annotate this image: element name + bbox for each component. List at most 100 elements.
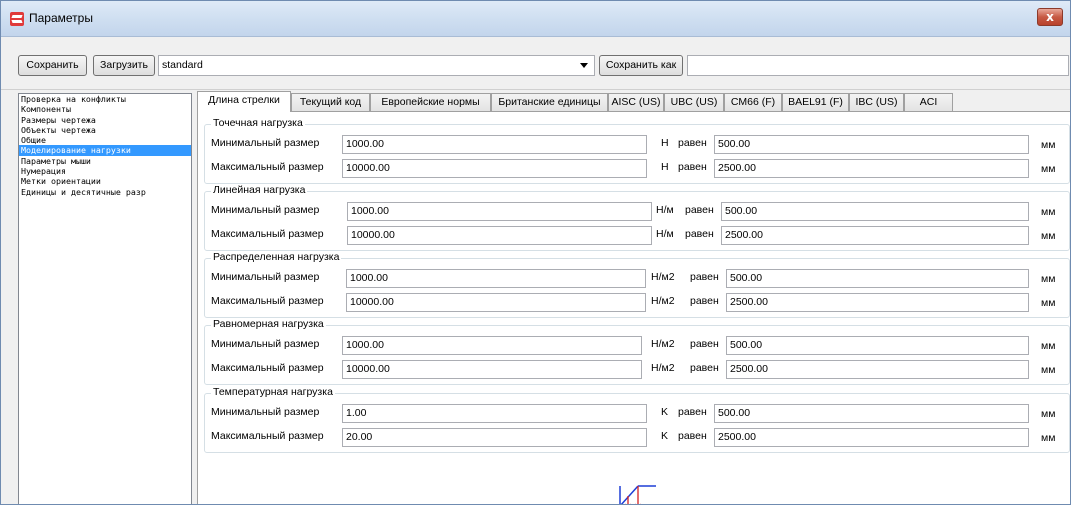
- max-size-value: 10000.00: [350, 296, 394, 308]
- min-size-input[interactable]: 1000.00: [346, 269, 646, 288]
- min-equals-value: 500.00: [718, 407, 751, 419]
- load-group: Температурная нагрузка Минимальный размер…: [204, 386, 1070, 453]
- min-size-input[interactable]: 1000.00: [342, 135, 647, 154]
- max-size-value: 10000.00: [346, 363, 390, 375]
- toolbar: Сохранить Загрузить standard Сохранить к…: [1, 38, 1070, 90]
- min-size-value: 1.00: [346, 407, 367, 419]
- max-size-label: Максимальный размер: [211, 295, 324, 307]
- sidebar-item[interactable]: Компоненты: [19, 104, 191, 114]
- category-list[interactable]: Проверка на конфликты Компоненты Размеры ч…: [18, 93, 192, 504]
- save-button[interactable]: Сохранить: [18, 55, 87, 76]
- group-title: Распределенная нагрузка: [211, 251, 342, 263]
- unit-label: Н/м2: [651, 362, 675, 374]
- min-equals-input[interactable]: 500.00: [726, 269, 1029, 288]
- equals-label: равен: [690, 362, 719, 374]
- equals-label: равен: [690, 271, 719, 283]
- group-title: Линейная нагрузка: [211, 184, 308, 196]
- mm-unit-label: мм: [1041, 206, 1056, 218]
- max-size-label: Максимальный размер: [211, 362, 324, 374]
- min-equals-input[interactable]: 500.00: [726, 336, 1029, 355]
- min-size-value: 1000.00: [346, 339, 384, 351]
- sidebar-item[interactable]: Метки ориентации: [19, 176, 191, 186]
- max-size-value: 20.00: [346, 431, 373, 443]
- equals-label: равен: [685, 228, 714, 240]
- unit-label: Н/м2: [651, 338, 675, 350]
- save-as-button[interactable]: Сохранить как: [599, 55, 683, 76]
- equals-label: равен: [678, 137, 707, 149]
- min-size-input[interactable]: 1000.00: [342, 336, 642, 355]
- unit-label: Н/м: [656, 228, 674, 240]
- tab-panel: Точечная нагрузка Минимальный размер 1000.…: [197, 111, 1070, 504]
- window-title: Параметры: [29, 11, 93, 25]
- group-title: Равномерная нагрузка: [211, 318, 326, 330]
- max-equals-value: 2500.00: [718, 162, 756, 174]
- mm-unit-label: мм: [1041, 432, 1056, 444]
- max-equals-input[interactable]: 2500.00: [714, 159, 1029, 178]
- preset-name-input[interactable]: [687, 55, 1069, 76]
- tab-4[interactable]: Британские единицы: [491, 93, 608, 111]
- tab-2[interactable]: Текущий код: [291, 93, 370, 111]
- max-size-input[interactable]: 10000.00: [342, 159, 647, 178]
- arrow-length-preview-icon: [619, 485, 656, 504]
- tab-1[interactable]: Длина стрелки: [197, 91, 291, 112]
- mm-unit-label: мм: [1041, 364, 1056, 376]
- max-size-input[interactable]: 10000.00: [347, 226, 652, 245]
- load-button[interactable]: Загрузить: [93, 55, 155, 76]
- equals-label: равен: [678, 161, 707, 173]
- sidebar-item[interactable]: Общие: [19, 135, 191, 145]
- max-size-input[interactable]: 20.00: [342, 428, 647, 447]
- min-size-input[interactable]: 1000.00: [347, 202, 652, 221]
- min-equals-input[interactable]: 500.00: [721, 202, 1029, 221]
- mm-unit-label: мм: [1041, 340, 1056, 352]
- equals-label: равен: [690, 338, 719, 350]
- max-size-input[interactable]: 10000.00: [342, 360, 642, 379]
- max-size-label: Максимальный размер: [211, 161, 324, 173]
- max-size-input[interactable]: 10000.00: [346, 293, 646, 312]
- unit-label: Н: [661, 161, 669, 173]
- min-equals-input[interactable]: 500.00: [714, 135, 1029, 154]
- max-size-value: 10000.00: [351, 229, 395, 241]
- min-size-input[interactable]: 1.00: [342, 404, 647, 423]
- sidebar-item[interactable]: Размеры чертежа: [19, 115, 191, 125]
- tab-7[interactable]: CM66 (F): [724, 93, 782, 111]
- mm-unit-label: мм: [1041, 273, 1056, 285]
- max-equals-input[interactable]: 2500.00: [726, 293, 1029, 312]
- max-size-label: Максимальный размер: [211, 430, 324, 442]
- tab-8[interactable]: BAEL91 (F): [782, 93, 849, 111]
- max-equals-input[interactable]: 2500.00: [721, 226, 1029, 245]
- tab-10[interactable]: ACI: [904, 93, 953, 111]
- settings-window: Параметры x Сохранить Загрузить standard…: [0, 0, 1071, 505]
- unit-label: Н: [661, 137, 669, 149]
- tab-5[interactable]: AISC (US): [608, 93, 664, 111]
- unit-label: K: [661, 406, 669, 418]
- load-group: Линейная нагрузка Минимальный размер 1000.…: [204, 184, 1070, 251]
- max-equals-value: 2500.00: [730, 296, 768, 308]
- equals-label: равен: [678, 406, 707, 418]
- min-size-label: Минимальный размер: [211, 271, 320, 283]
- sidebar-item[interactable]: Моделирование нагрузки: [19, 145, 191, 156]
- max-equals-value: 2500.00: [718, 431, 756, 443]
- sidebar-item[interactable]: Параметры мыши: [19, 156, 191, 166]
- min-equals-input[interactable]: 500.00: [714, 404, 1029, 423]
- unit-label: Н/м2: [651, 271, 675, 283]
- tab-6[interactable]: UBC (US): [664, 93, 724, 111]
- max-equals-input[interactable]: 2500.00: [726, 360, 1029, 379]
- mm-unit-label: мм: [1041, 163, 1056, 175]
- sidebar-item[interactable]: Нумерация: [19, 166, 191, 176]
- max-equals-input[interactable]: 2500.00: [714, 428, 1029, 447]
- max-size-value: 10000.00: [346, 162, 390, 174]
- sidebar-item[interactable]: Проверка на конфликты: [19, 94, 191, 104]
- preset-select[interactable]: standard: [158, 55, 595, 76]
- tab-3[interactable]: Европейские нормы: [370, 93, 491, 111]
- app-icon: [10, 12, 24, 26]
- close-button[interactable]: x: [1037, 8, 1063, 26]
- min-size-value: 1000.00: [350, 272, 388, 284]
- preset-select-value: standard: [162, 59, 203, 71]
- min-size-value: 1000.00: [351, 205, 389, 217]
- min-size-label: Минимальный размер: [211, 137, 320, 149]
- min-size-label: Минимальный размер: [211, 338, 320, 350]
- tab-9[interactable]: IBC (US): [849, 93, 904, 111]
- sidebar-item[interactable]: Объекты чертежа: [19, 125, 191, 135]
- sidebar-item[interactable]: Единицы и десятичные разр: [19, 187, 191, 197]
- load-group: Равномерная нагрузка Минимальный размер 10…: [204, 318, 1070, 385]
